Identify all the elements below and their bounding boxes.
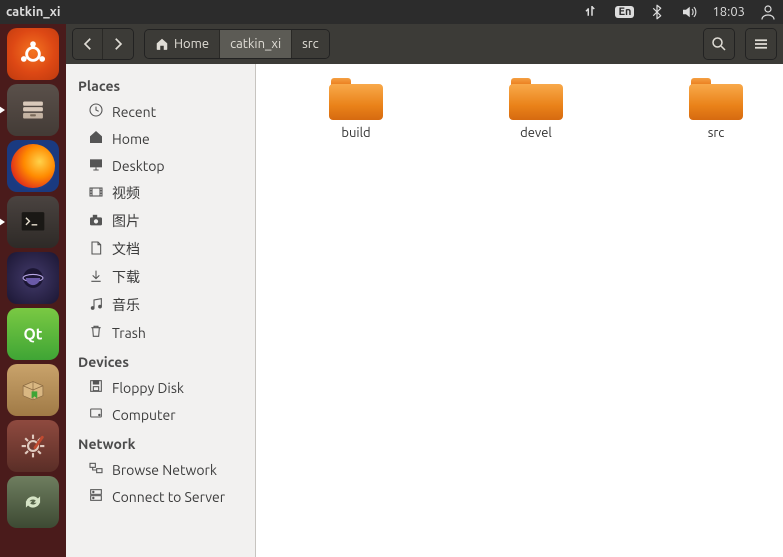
sidebar-heading-network: Network bbox=[66, 428, 255, 456]
sidebar-item-desktop[interactable]: Desktop bbox=[66, 152, 255, 179]
folder-build[interactable]: build bbox=[316, 78, 396, 140]
folder-icon bbox=[509, 78, 563, 120]
sidebar-item-label: 下载 bbox=[112, 267, 140, 287]
sidebar-item-floppy-disk[interactable]: Floppy Disk bbox=[66, 374, 255, 401]
floppy-icon bbox=[88, 378, 104, 397]
launcher-terminal[interactable] bbox=[7, 196, 59, 248]
bluetooth-icon[interactable] bbox=[648, 3, 666, 21]
folder-label: src bbox=[708, 126, 725, 140]
input-method-badge[interactable]: En bbox=[615, 6, 634, 18]
volume-icon[interactable] bbox=[680, 3, 698, 21]
sidebar-heading-places: Places bbox=[66, 70, 255, 98]
folder-label: build bbox=[341, 126, 370, 140]
content-area[interactable]: build devel src bbox=[256, 64, 783, 557]
network-icon[interactable] bbox=[583, 3, 601, 21]
launcher-software-pkg[interactable] bbox=[7, 364, 59, 416]
sidebar-item-label: Connect to Server bbox=[112, 489, 225, 505]
server-icon bbox=[88, 487, 104, 506]
camera-icon bbox=[88, 212, 104, 231]
sidebar-heading-devices: Devices bbox=[66, 346, 255, 374]
window-title: catkin_xi bbox=[6, 5, 60, 19]
back-button[interactable] bbox=[73, 29, 103, 59]
folder-label: devel bbox=[520, 126, 552, 140]
launcher-ubuntu-dash[interactable] bbox=[7, 28, 59, 80]
launcher-updater[interactable] bbox=[7, 476, 59, 528]
crumb-src[interactable]: src bbox=[292, 30, 329, 58]
breadcrumb: Homecatkin_xisrc bbox=[144, 29, 330, 59]
svg-text:Qt: Qt bbox=[24, 325, 43, 343]
file-manager-window: Homecatkin_xisrc PlacesRecentHomeDesktop… bbox=[66, 24, 783, 557]
session-icon[interactable] bbox=[759, 3, 777, 21]
down-icon bbox=[88, 268, 104, 287]
sidebar-item-label: 视频 bbox=[112, 183, 140, 203]
sidebar: Places Recent Home Desktop 视频图片文档下载音乐 Trash De… bbox=[66, 64, 256, 557]
toolbar-right bbox=[703, 28, 735, 60]
launcher-files[interactable] bbox=[7, 84, 59, 136]
toolbar-menu-group bbox=[745, 28, 777, 60]
crumb-home[interactable]: Home bbox=[145, 30, 220, 58]
doc-icon bbox=[88, 240, 104, 259]
sidebar-item-label: Home bbox=[112, 131, 150, 147]
sidebar-item-connect-to-server[interactable]: Connect to Server bbox=[66, 483, 255, 510]
clock[interactable]: 18:03 bbox=[712, 5, 745, 19]
forward-button[interactable] bbox=[103, 29, 133, 59]
sidebar-item-音乐[interactable]: 音乐 bbox=[66, 291, 255, 319]
sidebar-item-文档[interactable]: 文档 bbox=[66, 235, 255, 263]
sidebar-item-home[interactable]: Home bbox=[66, 125, 255, 152]
sidebar-item-label: 文档 bbox=[112, 239, 140, 259]
home-icon bbox=[88, 129, 104, 148]
sidebar-item-label: Floppy Disk bbox=[112, 380, 184, 396]
folder-grid: build devel src bbox=[268, 78, 771, 140]
clock-icon bbox=[88, 102, 104, 121]
video-icon bbox=[88, 184, 104, 203]
folder-icon bbox=[689, 78, 743, 120]
sidebar-item-label: Browse Network bbox=[112, 462, 217, 478]
sidebar-item-label: Desktop bbox=[112, 158, 165, 174]
search-button[interactable] bbox=[704, 29, 734, 59]
desktop-icon bbox=[88, 156, 104, 175]
sidebar-item-label: Recent bbox=[112, 104, 156, 120]
sidebar-item-browse-network[interactable]: Browse Network bbox=[66, 456, 255, 483]
net-icon bbox=[88, 460, 104, 479]
sidebar-item-下载[interactable]: 下载 bbox=[66, 263, 255, 291]
sidebar-item-图片[interactable]: 图片 bbox=[66, 207, 255, 235]
sidebar-item-label: Computer bbox=[112, 407, 176, 423]
sidebar-item-trash[interactable]: Trash bbox=[66, 319, 255, 346]
trash-icon bbox=[88, 323, 104, 342]
menubar: catkin_xi En 18:03 bbox=[0, 0, 783, 24]
folder-src[interactable]: src bbox=[676, 78, 756, 140]
crumb-catkin_xi[interactable]: catkin_xi bbox=[220, 30, 292, 58]
nav-buttons bbox=[72, 28, 134, 60]
status-area: En 18:03 bbox=[583, 3, 777, 21]
sidebar-item-label: Trash bbox=[112, 325, 146, 341]
toolbar: Homecatkin_xisrc bbox=[66, 24, 783, 64]
folder-devel[interactable]: devel bbox=[496, 78, 576, 140]
launcher-eclipse[interactable] bbox=[7, 252, 59, 304]
launcher-qt-creator[interactable]: Qt bbox=[7, 308, 59, 360]
launcher-settings[interactable] bbox=[7, 420, 59, 472]
window-body: Places Recent Home Desktop 视频图片文档下载音乐 Trash De… bbox=[66, 64, 783, 557]
sidebar-item-computer[interactable]: Computer bbox=[66, 401, 255, 428]
sidebar-item-label: 图片 bbox=[112, 211, 140, 231]
music-icon bbox=[88, 296, 104, 315]
sidebar-item-label: 音乐 bbox=[112, 295, 140, 315]
disk-icon bbox=[88, 405, 104, 424]
sidebar-item-视频[interactable]: 视频 bbox=[66, 179, 255, 207]
launcher-firefox[interactable] bbox=[7, 140, 59, 192]
view-options-button[interactable] bbox=[746, 29, 776, 59]
launcher: Qt bbox=[0, 24, 66, 557]
sidebar-item-recent[interactable]: Recent bbox=[66, 98, 255, 125]
folder-icon bbox=[329, 78, 383, 120]
